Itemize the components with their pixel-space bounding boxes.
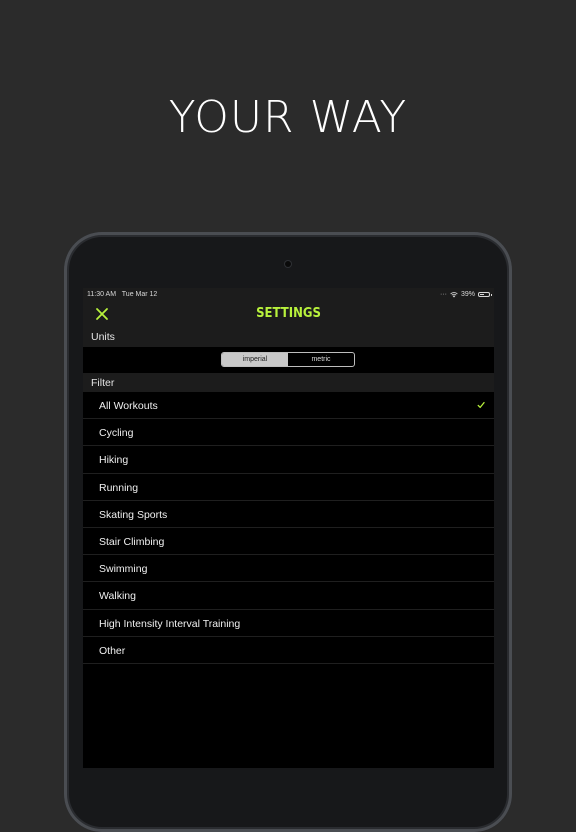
list-item-label: Hiking bbox=[99, 454, 129, 467]
battery-icon bbox=[478, 292, 492, 297]
filter-item-cycling[interactable]: Cycling bbox=[83, 419, 494, 447]
filter-header-label: Filter bbox=[91, 377, 115, 389]
app-screen: 11:30 AM Tue Mar 12 ··· 39% SETTINGS Uni… bbox=[83, 288, 494, 768]
filter-item-hiit[interactable]: High Intensity Interval Training bbox=[83, 610, 494, 637]
wifi-icon bbox=[450, 291, 458, 297]
list-item-label: Stair Climbing bbox=[99, 535, 165, 548]
segment-imperial[interactable]: imperial bbox=[222, 353, 288, 366]
filter-item-walking[interactable]: Walking bbox=[83, 582, 494, 610]
filter-item-running[interactable]: Running bbox=[83, 474, 494, 501]
nav-bar: SETTINGS bbox=[83, 301, 494, 327]
filter-section-header: Filter bbox=[83, 373, 494, 392]
list-item-label: All Workouts bbox=[99, 400, 158, 412]
units-row: imperial metric bbox=[83, 347, 494, 373]
filter-item-other[interactable]: Other bbox=[83, 637, 494, 664]
segment-metric[interactable]: metric bbox=[288, 353, 354, 366]
battery-percent: 39% bbox=[460, 291, 475, 298]
filter-list: All Workouts Cycling Hiking Running Skat… bbox=[83, 392, 494, 664]
status-right: ··· 39% bbox=[439, 291, 492, 298]
filter-item-skating-sports[interactable]: Skating Sports bbox=[83, 501, 494, 528]
status-time-text: 11:30 AM bbox=[87, 291, 117, 298]
camera-icon bbox=[285, 261, 291, 267]
status-date-text: Tue Mar 12 bbox=[121, 291, 158, 298]
list-item-label: Swimming bbox=[99, 563, 148, 576]
list-item-label: Cycling bbox=[99, 427, 134, 440]
list-item-label: Running bbox=[99, 481, 139, 494]
filter-item-stair-climbing[interactable]: Stair Climbing bbox=[83, 528, 494, 556]
more-dots-icon: ··· bbox=[439, 291, 447, 298]
status-bar: 11:30 AM Tue Mar 12 ··· 39% bbox=[83, 288, 494, 301]
list-item-label: Other bbox=[99, 644, 126, 657]
headline: YOUR WAY bbox=[168, 92, 408, 143]
filter-item-swimming[interactable]: Swimming bbox=[83, 555, 494, 583]
units-section-header: Units bbox=[83, 327, 494, 347]
filter-item-hiking[interactable]: Hiking bbox=[83, 446, 494, 474]
list-item-label: Walking bbox=[99, 590, 136, 603]
filter-item-all-workouts[interactable]: All Workouts bbox=[83, 392, 494, 420]
units-header-label: Units bbox=[91, 331, 115, 343]
list-item-label: Skating Sports bbox=[99, 508, 168, 521]
units-segmented-control: imperial metric bbox=[221, 352, 355, 367]
checkmark-icon bbox=[477, 401, 485, 409]
status-time: 11:30 AM Tue Mar 12 bbox=[87, 291, 157, 298]
page-title: SETTINGS bbox=[256, 306, 321, 321]
list-item-label: High Intensity Interval Training bbox=[99, 617, 241, 630]
